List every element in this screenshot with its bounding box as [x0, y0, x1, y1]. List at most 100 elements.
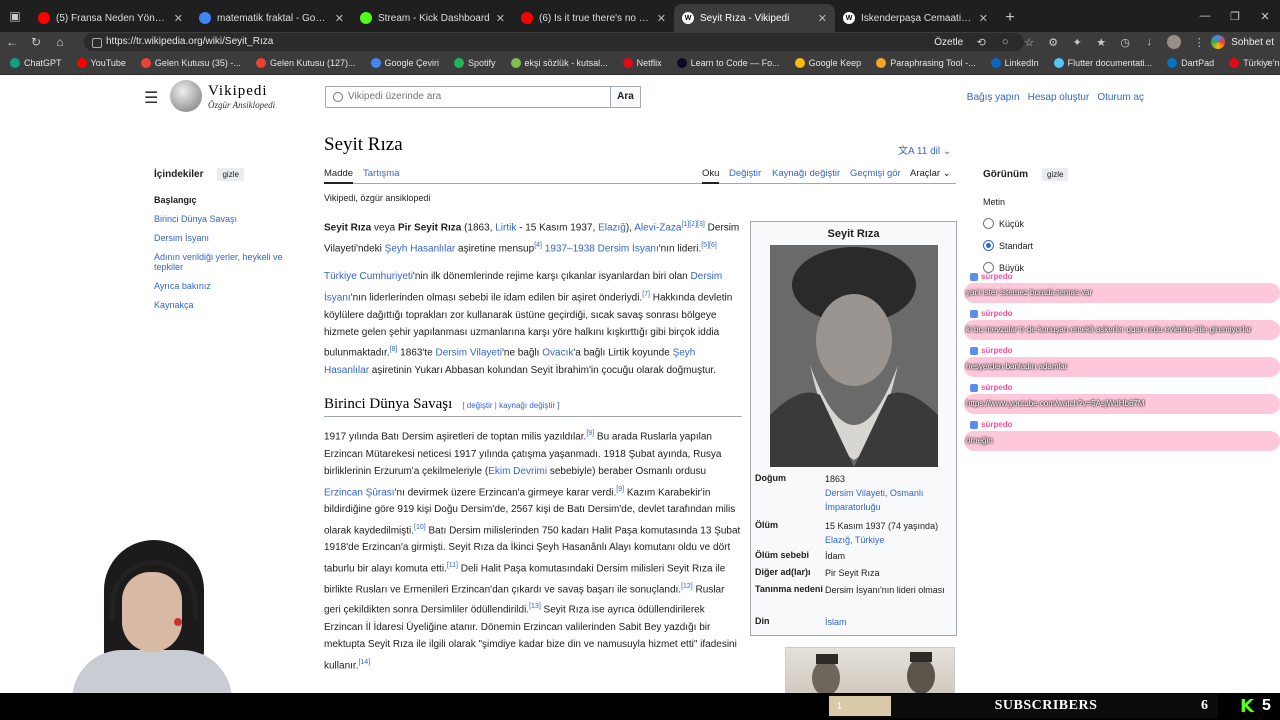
summarize-button[interactable]: Özetle	[934, 37, 963, 48]
browser-tab[interactable]: Stream - Kick Dashboard ✕	[352, 4, 513, 32]
link-alevi-zaza[interactable]: Alevi-Zaza	[634, 222, 681, 233]
search-button[interactable]: Ara	[610, 86, 641, 108]
bookmark-item[interactable]: ekşi sözlük - kutsal...	[510, 58, 608, 68]
favorites-icon[interactable]: ★	[1089, 36, 1113, 49]
bookmark-item[interactable]: Learn to Code — Fo...	[676, 58, 780, 68]
bookmark-favicon-icon	[1167, 58, 1178, 68]
browser-tab-bar: ▣ (5) Fransa Neden Yönetilemiyor?✕matema…	[0, 0, 1280, 32]
bookmark-item[interactable]: Gelen Kutusu (35) -...	[140, 58, 241, 68]
bookmark-item[interactable]: DartPad	[1167, 58, 1214, 68]
bookmark-item[interactable]: Flutter documentati...	[1053, 58, 1152, 68]
browser-tab[interactable]: (6) Is it true there's no document ✕	[513, 4, 674, 32]
extension-icon[interactable]: ✦	[1065, 36, 1089, 49]
bookmark-item[interactable]: Paraphrasing Tool -...	[876, 58, 976, 68]
link-elazig[interactable]: Elazığ	[598, 222, 626, 233]
tab-edit-source[interactable]: Kaynağı değiştir	[772, 168, 840, 184]
menu-icon[interactable]: ⋮	[1187, 36, 1211, 49]
link-erzincan-surasi[interactable]: Erzincan Şûrası	[324, 487, 395, 498]
wikipedia-logo[interactable]: Vikipedi Özgür Ansiklopedi	[170, 80, 275, 112]
search-input[interactable]: Vikipedi üzerinde ara	[325, 86, 611, 108]
bookmark-label: Google Çeviri	[384, 58, 440, 68]
bookmark-item[interactable]: Spotify	[454, 58, 496, 68]
browser-tab[interactable]: W İskenderpaşa Cemaati - Vikipedi ✕	[835, 4, 996, 32]
radio-standard[interactable]: Standart	[983, 240, 1083, 251]
browser-tab[interactable]: matematik fraktal - Google'da Ara ✕	[191, 4, 352, 32]
chat-text: hesyerden banladın adamlar	[964, 357, 1280, 377]
link-seyh-hasanlilar-2[interactable]: Şeyh Hasanlılar	[324, 348, 695, 376]
close-window-icon[interactable]: ✕	[1250, 0, 1280, 32]
bookmark-item[interactable]: LinkedIn	[990, 58, 1039, 68]
tab-favicon-icon	[199, 12, 211, 24]
toc-item-see-also[interactable]: Ayrıca bakınız	[154, 281, 304, 291]
tab-close-icon[interactable]: ✕	[657, 12, 666, 25]
tab-article[interactable]: Madde	[324, 168, 354, 184]
history-icon[interactable]: ◷	[1113, 36, 1137, 49]
translate-icon[interactable]: ⟲	[969, 36, 993, 49]
infobox-row: Tanınma nedeni Dersim İsyanı'nın lideri o…	[755, 583, 953, 597]
tab-close-icon[interactable]: ✕	[335, 12, 344, 25]
link-dersim-vilayeti[interactable]: Dersim Vilayeti	[435, 348, 502, 359]
toc-item-intro[interactable]: Başlangıç	[154, 195, 304, 205]
bookmark-item[interactable]: Netflix	[622, 58, 662, 68]
toc-item-ww1[interactable]: Birinci Dünya Savaşı	[154, 214, 304, 224]
link-seyh-hasanlilar[interactable]: Şeyh Hasanlılar	[385, 243, 456, 254]
new-tab-button[interactable]: +	[996, 4, 1024, 32]
tab-actions-icon[interactable]: ▣	[0, 0, 30, 32]
tab-read[interactable]: Oku	[702, 168, 720, 184]
link-ekim-devrimi[interactable]: Ekim Devrimi	[488, 466, 547, 477]
second-photo[interactable]	[785, 647, 955, 693]
tab-edit[interactable]: Değiştir	[729, 168, 761, 184]
portrait-image[interactable]	[770, 245, 938, 467]
extensions-icon[interactable]: ⚙	[1041, 36, 1065, 49]
tab-tools[interactable]: Araçlar ⌄	[910, 168, 951, 184]
profile-avatar[interactable]	[1167, 35, 1182, 49]
browser-tab[interactable]: (5) Fransa Neden Yönetilemiyor? ✕	[30, 4, 191, 32]
url-bar[interactable]: https://tr.wikipedia.org/wiki/Seyit_Rıza	[84, 33, 1024, 51]
login-link[interactable]: Oturum aç	[1097, 92, 1144, 103]
infobox-place-link[interactable]: Elazığ, Türkiye	[825, 535, 884, 545]
chat-username: sürpedo	[981, 272, 1013, 281]
toc-item-dersim[interactable]: Dersim İsyanı	[154, 233, 304, 243]
section-edit-links[interactable]: [ değiştir | kaynağı değiştir ]	[462, 397, 559, 414]
browser-tab[interactable]: W Seyit Rıza - Vikipedi ✕	[674, 4, 835, 32]
tab-title: Seyit Rıza - Vikipedi	[700, 12, 790, 24]
bookmark-item[interactable]: Gelen Kutusu (127)...	[255, 58, 356, 68]
home-icon[interactable]: ⌂	[48, 35, 72, 49]
back-icon[interactable]: ←	[0, 35, 24, 49]
appearance-hide-button[interactable]: gizle	[1042, 168, 1069, 181]
radio-small[interactable]: Küçük	[983, 218, 1083, 229]
bookmark-item[interactable]: YouTube	[76, 58, 126, 68]
tab-close-icon[interactable]: ✕	[979, 12, 988, 25]
chat-button[interactable]: Sohbet et	[1211, 35, 1274, 49]
maximize-icon[interactable]: ❐	[1220, 0, 1250, 32]
download-icon[interactable]: ↓	[1137, 36, 1161, 48]
kick-logo-icon: K	[1240, 695, 1254, 717]
tab-talk[interactable]: Tartışma	[363, 168, 399, 184]
donate-link[interactable]: Bağış yapın	[967, 92, 1020, 103]
link-ovacik[interactable]: Ovacık	[542, 348, 573, 359]
tab-close-icon[interactable]: ✕	[818, 12, 827, 25]
zoom-icon[interactable]: ○	[993, 36, 1017, 48]
bookmarks-more-icon[interactable]: ›	[1266, 57, 1270, 69]
create-account-link[interactable]: Hesap oluştur	[1028, 92, 1090, 103]
infobox-place-link[interactable]: Dersim Vilayeti, Osmanlı İmparatorluğu	[825, 488, 923, 512]
tab-close-icon[interactable]: ✕	[174, 12, 183, 25]
language-button[interactable]: 文A 11 dil ⌄	[898, 142, 951, 157]
main-menu-icon[interactable]: ☰	[144, 88, 158, 108]
bookmark-item[interactable]: Türkiye'nin En Büyü...	[1229, 58, 1280, 68]
tab-history[interactable]: Geçmişi gör	[850, 168, 901, 184]
bookmark-star-icon[interactable]: ☆	[1017, 36, 1041, 49]
bookmark-item[interactable]: Google Keep	[794, 58, 861, 68]
bookmark-item[interactable]: ChatGPT	[10, 58, 62, 68]
toc-item-legacy[interactable]: Adının verildiği yerler, heykeli ve tepk…	[154, 252, 304, 272]
toc-item-references[interactable]: Kaynakça	[154, 300, 304, 310]
toc-hide-button[interactable]: gizle	[217, 168, 244, 181]
reload-icon[interactable]: ↻	[24, 35, 48, 49]
tab-close-icon[interactable]: ✕	[496, 12, 505, 25]
minimize-icon[interactable]: —	[1190, 0, 1220, 32]
bookmark-item[interactable]: Google Çeviri	[370, 58, 440, 68]
chat-user: sürpedo	[970, 420, 1013, 429]
link-turkiye-cumhuriyeti[interactable]: Türkiye Cumhuriyeti	[324, 271, 413, 282]
link-dersim-isyani[interactable]: 1937–1938 Dersim İsyanı	[545, 243, 659, 254]
link-lirtik[interactable]: Lirtik	[495, 222, 516, 233]
